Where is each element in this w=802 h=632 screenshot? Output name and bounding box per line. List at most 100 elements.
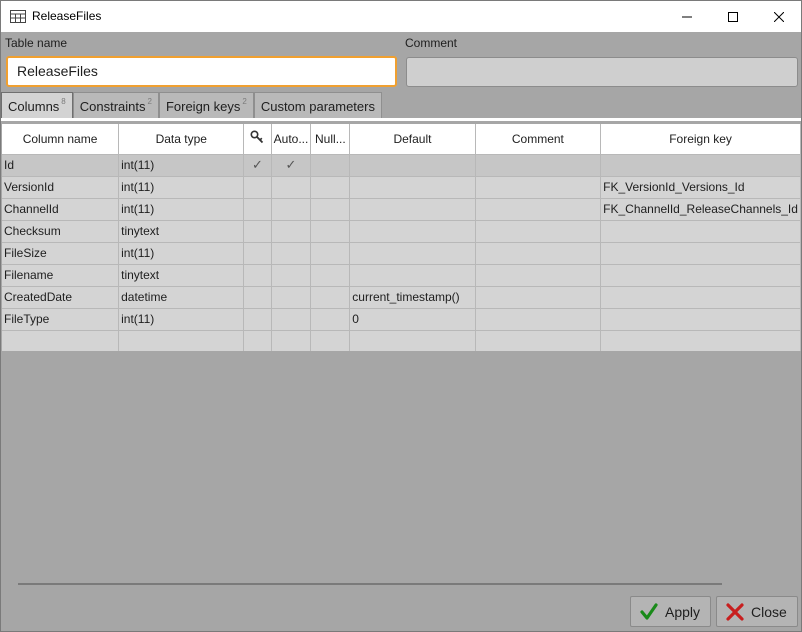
cell-comment[interactable] bbox=[475, 264, 602, 287]
cell-nullable[interactable] bbox=[310, 286, 351, 309]
cell-primary-key[interactable] bbox=[243, 308, 272, 331]
cell-auto-increment[interactable] bbox=[271, 176, 312, 199]
cell-comment[interactable] bbox=[475, 220, 602, 243]
tab-custom-parameters[interactable]: Custom parameters bbox=[253, 92, 382, 119]
cell-comment[interactable] bbox=[475, 154, 602, 177]
cell-nullable[interactable] bbox=[310, 330, 351, 351]
cell-default[interactable] bbox=[349, 176, 476, 199]
cell-column-name[interactable] bbox=[2, 330, 120, 351]
header-comment[interactable]: Comment bbox=[475, 124, 602, 155]
cell-data-type[interactable]: int(11) bbox=[118, 308, 245, 331]
cell-column-name[interactable]: Id bbox=[2, 154, 120, 177]
header-nullable[interactable]: Null... bbox=[310, 124, 351, 155]
header-data-type[interactable]: Data type bbox=[118, 124, 245, 155]
cell-primary-key[interactable] bbox=[243, 176, 272, 199]
new-row-placeholder[interactable] bbox=[2, 330, 801, 351]
cell-data-type[interactable] bbox=[118, 330, 245, 351]
cell-foreign-key[interactable]: FK_ChannelId_ReleaseChannels_Id bbox=[600, 198, 801, 221]
cell-data-type[interactable]: tinytext bbox=[118, 220, 245, 243]
cell-default[interactable] bbox=[349, 330, 476, 351]
cell-data-type[interactable]: int(11) bbox=[118, 154, 245, 177]
tab-foreign-keys[interactable]: Foreign keys 2 bbox=[158, 92, 254, 119]
cell-auto-increment[interactable] bbox=[271, 242, 312, 265]
cell-foreign-key[interactable] bbox=[600, 242, 801, 265]
cell-comment[interactable] bbox=[475, 330, 602, 351]
cell-auto-increment[interactable] bbox=[271, 220, 312, 243]
cell-auto-increment[interactable] bbox=[271, 264, 312, 287]
cell-primary-key[interactable] bbox=[243, 330, 272, 351]
cell-comment[interactable] bbox=[475, 176, 602, 199]
cell-nullable[interactable] bbox=[310, 198, 351, 221]
cell-foreign-key[interactable] bbox=[600, 330, 801, 351]
cell-nullable[interactable] bbox=[310, 242, 351, 265]
cell-default[interactable] bbox=[349, 220, 476, 243]
cell-primary-key[interactable] bbox=[243, 198, 272, 221]
cell-foreign-key[interactable] bbox=[600, 308, 801, 331]
cell-data-type[interactable]: int(11) bbox=[118, 176, 245, 199]
cell-default[interactable] bbox=[349, 264, 476, 287]
table-row[interactable]: VersionId int(11) FK_VersionId_Versions_… bbox=[2, 176, 801, 199]
maximize-button[interactable] bbox=[710, 1, 756, 32]
cell-data-type[interactable]: datetime bbox=[118, 286, 245, 309]
table-name-input[interactable]: ReleaseFiles bbox=[6, 56, 397, 87]
cell-comment[interactable] bbox=[475, 242, 602, 265]
table-row[interactable]: Checksum tinytext bbox=[2, 220, 801, 243]
cell-auto-increment[interactable]: ✓ bbox=[271, 154, 312, 177]
table-row[interactable]: FileSize int(11) bbox=[2, 242, 801, 265]
cell-nullable[interactable] bbox=[310, 264, 351, 287]
cell-primary-key[interactable] bbox=[243, 286, 272, 309]
cell-column-name[interactable]: ChannelId bbox=[2, 198, 120, 221]
title-bar[interactable]: ReleaseFiles bbox=[1, 1, 801, 32]
table-row[interactable]: Filename tinytext bbox=[2, 264, 801, 287]
cell-default[interactable]: 0 bbox=[349, 308, 476, 331]
cell-comment[interactable] bbox=[475, 308, 602, 331]
cell-nullable[interactable] bbox=[310, 154, 351, 177]
cell-auto-increment[interactable] bbox=[271, 308, 312, 331]
table-row[interactable]: Id int(11) ✓ ✓ bbox=[2, 154, 801, 177]
cell-column-name[interactable]: FileType bbox=[2, 308, 120, 331]
cell-data-type[interactable]: tinytext bbox=[118, 264, 245, 287]
cell-default[interactable] bbox=[349, 242, 476, 265]
cell-foreign-key[interactable] bbox=[600, 220, 801, 243]
cell-column-name[interactable]: CreatedDate bbox=[2, 286, 120, 309]
tab-columns[interactable]: Columns 8 bbox=[1, 92, 73, 119]
comment-input[interactable] bbox=[406, 57, 798, 87]
cell-nullable[interactable] bbox=[310, 220, 351, 243]
cell-foreign-key[interactable]: FK_VersionId_Versions_Id bbox=[600, 176, 801, 199]
cell-auto-increment[interactable] bbox=[271, 330, 312, 351]
cell-foreign-key[interactable] bbox=[600, 264, 801, 287]
cell-column-name[interactable]: Filename bbox=[2, 264, 120, 287]
cell-auto-increment[interactable] bbox=[271, 198, 312, 221]
cell-data-type[interactable]: int(11) bbox=[118, 198, 245, 221]
close-window-button[interactable] bbox=[756, 1, 802, 32]
header-default[interactable]: Default bbox=[349, 124, 476, 155]
cell-comment[interactable] bbox=[475, 286, 602, 309]
cell-primary-key[interactable] bbox=[243, 264, 272, 287]
cell-comment[interactable] bbox=[475, 198, 602, 221]
cell-default[interactable]: current_timestamp() bbox=[349, 286, 476, 309]
horizontal-scrollbar[interactable] bbox=[18, 583, 722, 585]
header-column-name[interactable]: Column name bbox=[2, 124, 120, 155]
minimize-button[interactable] bbox=[664, 1, 710, 32]
cell-column-name[interactable]: Checksum bbox=[2, 220, 120, 243]
table-row[interactable]: ChannelId int(11) FK_ChannelId_ReleaseCh… bbox=[2, 198, 801, 221]
cell-auto-increment[interactable] bbox=[271, 286, 312, 309]
cell-nullable[interactable] bbox=[310, 176, 351, 199]
cell-foreign-key[interactable] bbox=[600, 154, 801, 177]
cell-foreign-key[interactable] bbox=[600, 286, 801, 309]
cell-default[interactable] bbox=[349, 198, 476, 221]
cell-column-name[interactable]: VersionId bbox=[2, 176, 120, 199]
cell-primary-key[interactable] bbox=[243, 220, 272, 243]
header-primary-key[interactable] bbox=[243, 124, 272, 155]
cell-primary-key[interactable]: ✓ bbox=[243, 154, 272, 177]
table-row[interactable]: CreatedDate datetime current_timestamp() bbox=[2, 286, 801, 309]
cell-column-name[interactable]: FileSize bbox=[2, 242, 120, 265]
header-foreign-key[interactable]: Foreign key bbox=[600, 124, 801, 155]
apply-button[interactable]: Apply bbox=[630, 596, 711, 627]
header-auto-increment[interactable]: Auto... bbox=[271, 124, 312, 155]
tab-constraints[interactable]: Constraints 2 bbox=[72, 92, 159, 119]
table-row[interactable]: FileType int(11) 0 bbox=[2, 308, 801, 331]
cell-primary-key[interactable] bbox=[243, 242, 272, 265]
cell-default[interactable] bbox=[349, 154, 476, 177]
cell-nullable[interactable] bbox=[310, 308, 351, 331]
